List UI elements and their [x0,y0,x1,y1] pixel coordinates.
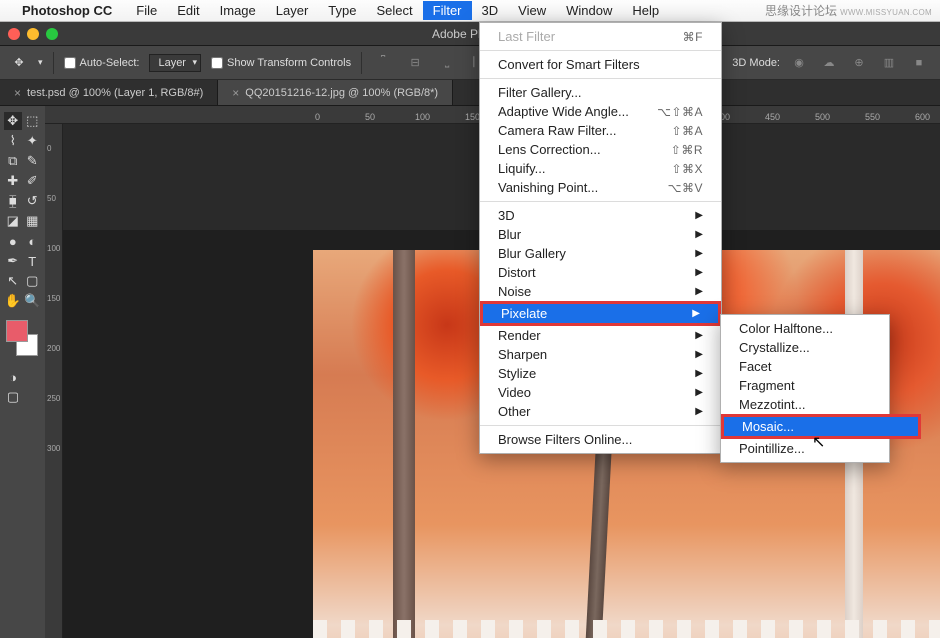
align-bottom-icon[interactable]: ⎵ [436,52,458,74]
heal-tool[interactable]: ✚ [4,172,22,190]
menu-blur-sub[interactable]: Blur▶ [480,225,721,244]
auto-select-checkbox[interactable]: Auto-Select: [64,57,140,69]
hand-tool[interactable]: ✋ [4,292,22,310]
window-maximize-button[interactable] [46,28,58,40]
tab-test-psd[interactable]: ×test.psd @ 100% (Layer 1, RGB/8#) [0,80,218,105]
layer-dropdown[interactable]: Layer [149,54,201,72]
blur-tool[interactable]: ● [4,232,22,250]
tab-qq-jpg[interactable]: ×QQ20151216-12.jpg @ 100% (RGB/8*) [218,80,453,105]
window-minimize-button[interactable] [27,28,39,40]
stamp-tool[interactable]: ⧯ [4,192,22,210]
menu-pixelate-sub[interactable]: Pixelate▶ [480,301,721,326]
menu-video-sub[interactable]: Video▶ [480,383,721,402]
menu-adaptive-wide-angle[interactable]: Adaptive Wide Angle...⌥⇧⌘A [480,102,721,121]
menu-image[interactable]: Image [210,1,266,20]
menu-view[interactable]: View [508,1,556,20]
history-brush-tool[interactable]: ↺ [24,192,42,210]
3d-mode-label: 3D Mode: [732,57,780,69]
close-icon[interactable]: × [14,86,21,100]
menu-render-sub[interactable]: Render▶ [480,326,721,345]
gradient-tool[interactable]: ▦ [24,212,42,230]
options-bar: ✥ ▾ Auto-Select: Layer Show Transform Co… [0,46,940,80]
ruler-vertical[interactable]: 050100150200250300 [45,124,63,638]
menu-3d[interactable]: 3D [472,1,509,20]
menu-layer[interactable]: Layer [266,1,319,20]
menu-window[interactable]: Window [556,1,622,20]
menu-liquify[interactable]: Liquify...⇧⌘X [480,159,721,178]
app-name[interactable]: Photoshop CC [22,3,112,18]
color-swatches[interactable] [4,320,40,356]
menu-distort-sub[interactable]: Distort▶ [480,263,721,282]
move-tool[interactable]: ✥ [4,112,22,130]
dolly-icon[interactable]: ⊕ [848,52,870,74]
menu-lens-correction[interactable]: Lens Correction...⇧⌘R [480,140,721,159]
orbit-icon[interactable]: ◉ [788,52,810,74]
move-tool-icon: ✥ [10,54,28,72]
menu-sharpen-sub[interactable]: Sharpen▶ [480,345,721,364]
submenu-fragment[interactable]: Fragment [721,376,921,395]
pan-icon[interactable]: ☁ [818,52,840,74]
menu-convert-smart-filters[interactable]: Convert for Smart Filters [480,55,721,74]
window-close-button[interactable] [8,28,20,40]
submenu-crystallize[interactable]: Crystallize... [721,338,921,357]
eyedropper-tool[interactable]: ✎ [24,152,42,170]
shape-tool[interactable]: ▢ [24,272,42,290]
align-top-icon[interactable]: ⎴ [372,52,394,74]
filter-menu: Last Filter⌘F Convert for Smart Filters … [479,22,722,454]
submenu-facet[interactable]: Facet [721,357,921,376]
menu-type[interactable]: Type [318,1,366,20]
watermark: 思缘设计论坛 WWW.MISSYUAN.COM [765,2,932,19]
menu-filter-gallery[interactable]: Filter Gallery... [480,83,721,102]
chevron-down-icon[interactable]: ▾ [38,57,43,68]
menu-edit[interactable]: Edit [167,1,209,20]
document-tabs: ×test.psd @ 100% (Layer 1, RGB/8#) ×QQ20… [0,80,940,106]
menu-3d-sub[interactable]: 3D▶ [480,206,721,225]
eraser-tool[interactable]: ◪ [4,212,22,230]
slide-icon[interactable]: ▥ [878,52,900,74]
menu-blur-gallery-sub[interactable]: Blur Gallery▶ [480,244,721,263]
zoom-tool[interactable]: 🔍 [24,292,42,310]
cursor-icon: ↖ [812,432,825,452]
menu-filter[interactable]: Filter [423,1,472,20]
align-vcenter-icon[interactable]: ⊟ [404,52,426,74]
titlebar: Adobe Photoshop CC 2015 [0,22,940,46]
menu-stylize-sub[interactable]: Stylize▶ [480,364,721,383]
path-tool[interactable]: ↖ [4,272,22,290]
wand-tool[interactable]: ✦ [24,132,42,150]
submenu-mezzotint[interactable]: Mezzotint... [721,395,921,414]
menu-browse-filters-online[interactable]: Browse Filters Online... [480,430,721,449]
show-transform-checkbox[interactable]: Show Transform Controls [211,57,351,69]
menu-last-filter: Last Filter⌘F [480,27,721,46]
lasso-tool[interactable]: ⌇ [4,132,22,150]
camera-icon[interactable]: ■ [908,52,930,74]
menu-help[interactable]: Help [622,1,669,20]
tool-panel: ✥⬚ ⌇✦ ⧉✎ ✚✐ ⧯↺ ◪▦ ●◐ ✒T ↖▢ ✋🔍 ◑ ▢ [0,106,45,638]
menu-vanishing-point[interactable]: Vanishing Point...⌥⌘V [480,178,721,197]
menu-select[interactable]: Select [366,1,422,20]
menu-noise-sub[interactable]: Noise▶ [480,282,721,301]
brush-tool[interactable]: ✐ [24,172,42,190]
pen-tool[interactable]: ✒ [4,252,22,270]
menu-other-sub[interactable]: Other▶ [480,402,721,421]
menu-camera-raw[interactable]: Camera Raw Filter...⇧⌘A [480,121,721,140]
type-tool[interactable]: T [24,252,42,270]
quick-mask-tool[interactable]: ◑ [4,368,22,386]
crop-tool[interactable]: ⧉ [4,152,22,170]
dodge-tool[interactable]: ◐ [24,232,42,250]
foreground-color-swatch[interactable] [6,320,28,342]
screen-mode-tool[interactable]: ▢ [4,388,22,406]
marquee-tool[interactable]: ⬚ [24,112,42,130]
close-icon[interactable]: × [232,86,239,100]
submenu-color-halftone[interactable]: Color Halftone... [721,319,921,338]
pixelate-submenu: Color Halftone... Crystallize... Facet F… [720,314,890,463]
menu-file[interactable]: File [126,1,167,20]
